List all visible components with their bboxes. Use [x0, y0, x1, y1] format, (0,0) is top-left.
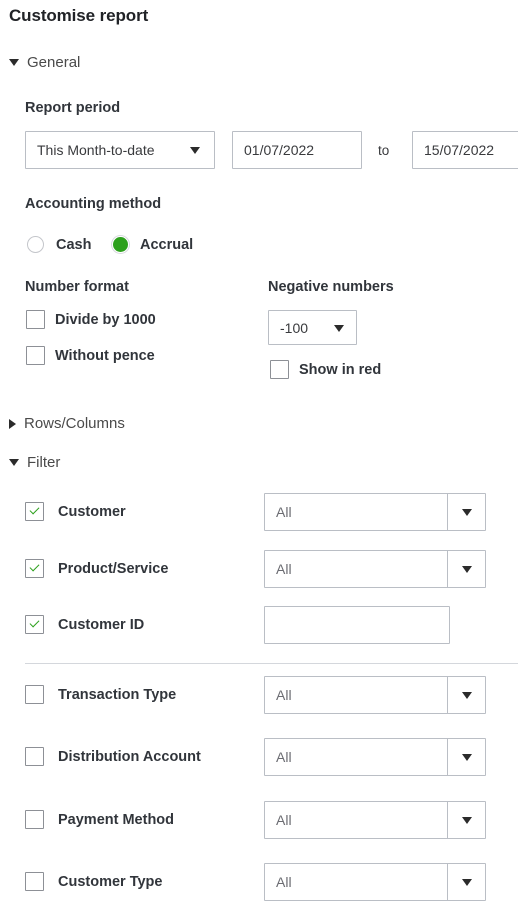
checkbox-label-without-pence: Without pence — [55, 348, 155, 364]
checkbox-divide-by-1000[interactable] — [26, 310, 45, 329]
filter-value-transaction-type: All — [276, 687, 292, 703]
start-date-value: 01/07/2022 — [244, 142, 315, 158]
negative-numbers-value: -100 — [280, 319, 309, 336]
radio-label-cash: Cash — [56, 237, 92, 253]
filter-label-customer-type: Customer Type — [58, 874, 163, 890]
checkbox-show-in-red[interactable] — [270, 360, 289, 379]
customise-report-panel: Customise report General Report period T… — [0, 0, 518, 908]
filter-label-customer-id: Customer ID — [58, 617, 145, 633]
filter-value-product-service: All — [276, 561, 292, 577]
filter-label-transaction-type: Transaction Type — [58, 687, 177, 703]
section-label-rows-columns: Rows/Columns — [24, 415, 125, 432]
filter-checkbox-distribution-account[interactable] — [25, 747, 44, 766]
negative-numbers-label: Negative numbers — [268, 279, 394, 295]
filter-select-product-service[interactable]: All — [264, 550, 486, 588]
filter-value-payment-method: All — [276, 812, 292, 828]
filter-checkbox-transaction-type[interactable] — [25, 685, 44, 704]
filter-select-distribution-account[interactable]: All — [264, 738, 486, 776]
chevron-down-icon — [190, 147, 200, 154]
filter-select-payment-method[interactable]: All — [264, 801, 486, 839]
filter-checkbox-product-service[interactable] — [25, 559, 44, 578]
filter-select-customer-type[interactable]: All — [264, 863, 486, 901]
section-header-filter[interactable]: Filter — [0, 454, 60, 471]
page-title: Customise report — [9, 6, 149, 25]
chevron-down-icon — [462, 566, 472, 573]
radio-cash[interactable] — [27, 236, 44, 253]
chevron-right-icon — [9, 418, 16, 429]
select-divider — [447, 494, 448, 530]
section-header-rows-columns[interactable]: Rows/Columns — [0, 415, 125, 432]
filter-value-customer-type: All — [276, 874, 292, 890]
filter-checkbox-payment-method[interactable] — [25, 810, 44, 829]
chevron-down-icon — [9, 59, 19, 66]
end-date-input[interactable]: 15/07/2022 — [412, 131, 518, 169]
chevron-down-icon — [462, 817, 472, 824]
date-range-to-label: to — [378, 143, 390, 158]
filter-divider — [25, 663, 518, 664]
filter-label-distribution-account: Distribution Account — [58, 749, 201, 765]
select-divider — [447, 864, 448, 900]
filter-checkbox-customer-type[interactable] — [25, 872, 44, 891]
chevron-down-icon — [462, 879, 472, 886]
filter-select-transaction-type[interactable]: All — [264, 676, 486, 714]
select-divider — [447, 677, 448, 713]
select-divider — [447, 551, 448, 587]
section-header-general[interactable]: General — [0, 54, 80, 71]
filter-label-customer: Customer — [58, 504, 126, 520]
select-divider — [447, 739, 448, 775]
filter-input-customer-id[interactable] — [264, 606, 450, 644]
end-date-value: 15/07/2022 — [424, 142, 495, 158]
chevron-down-icon — [462, 509, 472, 516]
checkbox-label-divide-by-1000: Divide by 1000 — [55, 312, 156, 328]
chevron-down-icon — [462, 754, 472, 761]
filter-checkbox-customer-id[interactable] — [25, 615, 44, 634]
filter-select-customer[interactable]: All — [264, 493, 486, 531]
filter-value-distribution-account: All — [276, 749, 292, 765]
report-period-label: Report period — [25, 100, 121, 116]
chevron-down-icon — [9, 459, 19, 466]
report-period-preset-select[interactable]: This Month-to-date — [25, 131, 215, 169]
number-format-label: Number format — [25, 279, 129, 295]
accounting-method-label: Accounting method — [25, 196, 162, 212]
chevron-down-icon — [462, 692, 472, 699]
filter-label-product-service: Product/Service — [58, 561, 169, 577]
checkbox-label-show-in-red: Show in red — [299, 362, 382, 378]
chevron-down-icon — [334, 324, 344, 332]
section-label-general: General — [27, 54, 81, 71]
filter-label-payment-method: Payment Method — [58, 812, 175, 828]
negative-numbers-select[interactable]: -100 — [268, 310, 357, 345]
checkbox-without-pence[interactable] — [26, 346, 45, 365]
section-label-filter: Filter — [27, 454, 61, 471]
radio-accrual[interactable] — [112, 236, 129, 253]
start-date-input[interactable]: 01/07/2022 — [232, 131, 362, 169]
select-divider — [447, 802, 448, 838]
filter-value-customer: All — [276, 504, 292, 520]
report-period-preset-value: This Month-to-date — [37, 142, 155, 158]
radio-label-accrual: Accrual — [140, 237, 194, 253]
filter-checkbox-customer[interactable] — [25, 502, 44, 521]
